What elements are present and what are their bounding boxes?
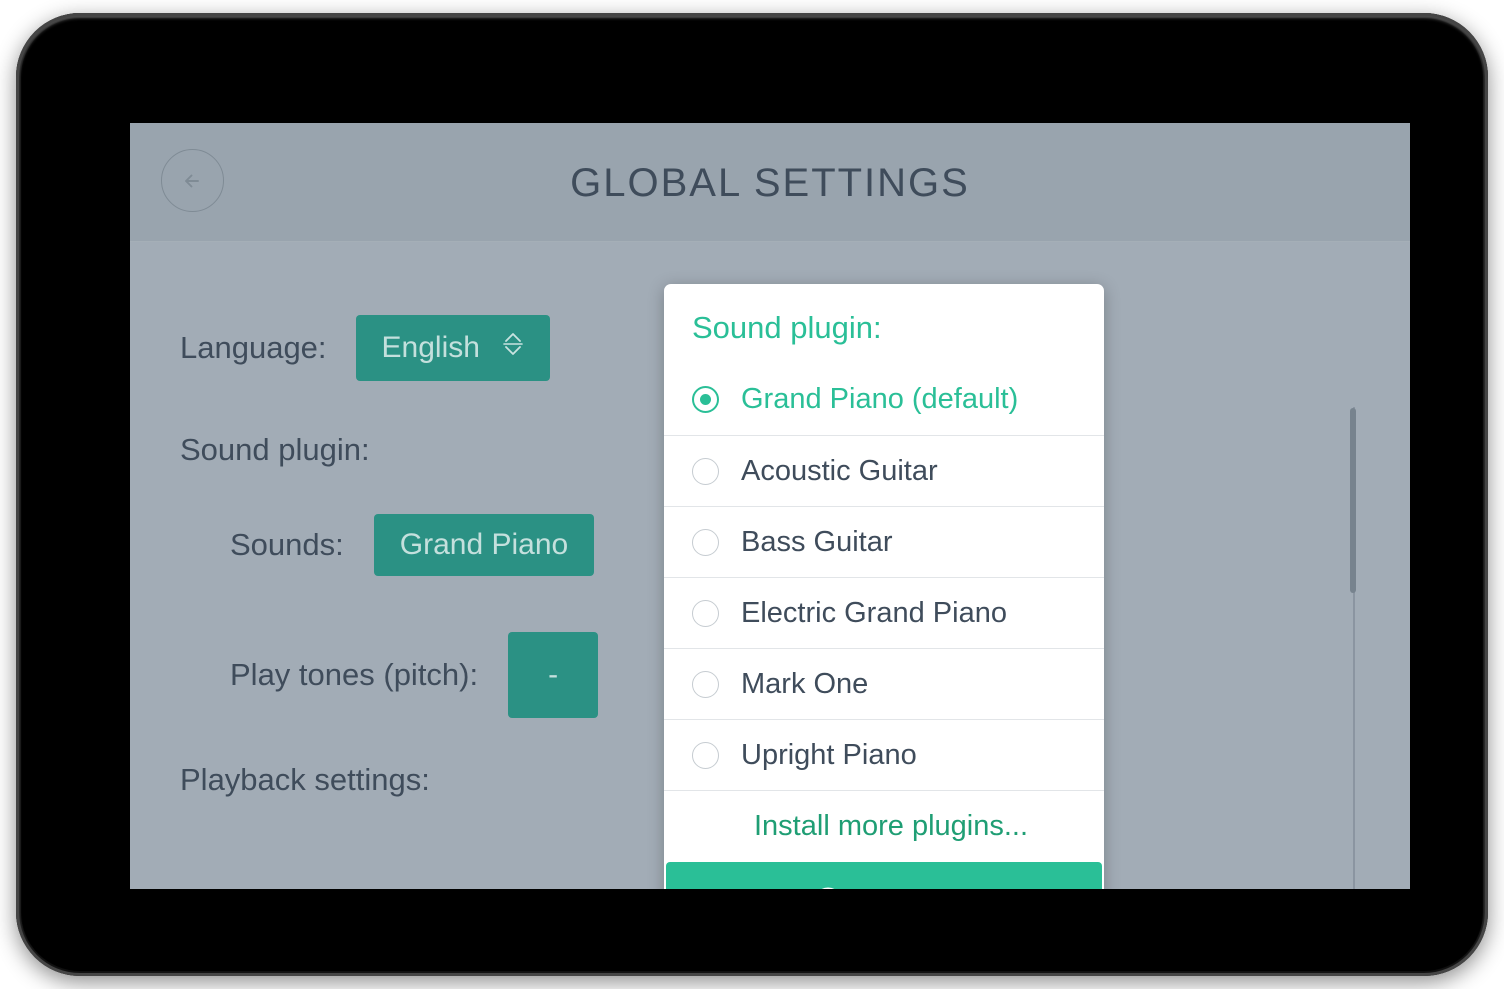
radio-selected-icon [692, 386, 719, 413]
stepper-up-down-icon [502, 329, 524, 367]
language-value: English [381, 331, 480, 364]
install-more-plugins-label: Install more plugins... [754, 810, 1029, 842]
vertical-scrollbar-thumb[interactable] [1350, 408, 1356, 593]
setting-row-play-tones: Play tones (pitch): - [230, 632, 599, 718]
sounds-select[interactable]: Grand Piano [373, 514, 595, 576]
option-row-acoustic-guitar[interactable]: Acoustic Guitar [664, 435, 1104, 506]
option-label: Electric Grand Piano [741, 596, 1007, 629]
prohibition-circle-icon [811, 885, 845, 889]
play-tones-decrement-button[interactable]: - [508, 632, 599, 718]
radio-icon [692, 670, 719, 698]
option-row-upright-piano[interactable]: Upright Piano [664, 719, 1104, 790]
option-label: Upright Piano [741, 738, 917, 771]
language-label: Language: [180, 330, 327, 365]
radio-icon [692, 741, 719, 769]
option-label: Grand Piano (default) [741, 383, 1019, 415]
option-label: Bass Guitar [741, 525, 893, 558]
tablet-device-frame: GLOBAL SETTINGS Language: English Sound … [16, 13, 1488, 976]
setting-row-sounds: Sounds: Grand Piano [230, 514, 595, 576]
radio-icon [692, 599, 719, 627]
sound-plugin-label: Sound plugin: [180, 432, 370, 467]
option-row-mark-one[interactable]: Mark One [664, 648, 1104, 719]
option-label: Mark One [741, 667, 869, 700]
option-row-grand-piano[interactable]: Grand Piano (default) [664, 364, 1104, 435]
page-title: GLOBAL SETTINGS [570, 161, 970, 205]
sound-plugin-option-list: Grand Piano (default) Acoustic Guitar Ba… [664, 364, 1104, 862]
dialog-title: Sound plugin: [692, 310, 882, 345]
option-label: Acoustic Guitar [741, 454, 938, 487]
option-row-bass-guitar[interactable]: Bass Guitar [664, 506, 1104, 577]
sounds-value: Grand Piano [399, 528, 569, 561]
app-screen: GLOBAL SETTINGS Language: English Sound … [130, 123, 1410, 889]
option-row-electric-grand-piano[interactable]: Electric Grand Piano [664, 577, 1104, 648]
play-tones-label: Play tones (pitch): [230, 657, 479, 692]
cancel-label: Cancel [863, 887, 956, 889]
playback-settings-label: Playback settings: [180, 762, 430, 797]
radio-icon [692, 457, 719, 485]
cancel-button[interactable]: Cancel [666, 862, 1102, 889]
setting-group-playback: Playback settings: [180, 762, 430, 798]
play-tones-value: - [548, 658, 559, 691]
radio-icon [692, 528, 719, 556]
sounds-label: Sounds: [230, 527, 344, 562]
app-header: GLOBAL SETTINGS [130, 123, 1410, 242]
setting-row-language: Language: English [180, 315, 550, 381]
setting-group-sound-plugin: Sound plugin: [180, 432, 370, 468]
install-more-plugins-link[interactable]: Install more plugins... [664, 790, 1104, 862]
sound-plugin-dialog: Sound plugin: Grand Piano (default) Acou… [664, 284, 1104, 889]
language-select[interactable]: English [355, 315, 550, 381]
